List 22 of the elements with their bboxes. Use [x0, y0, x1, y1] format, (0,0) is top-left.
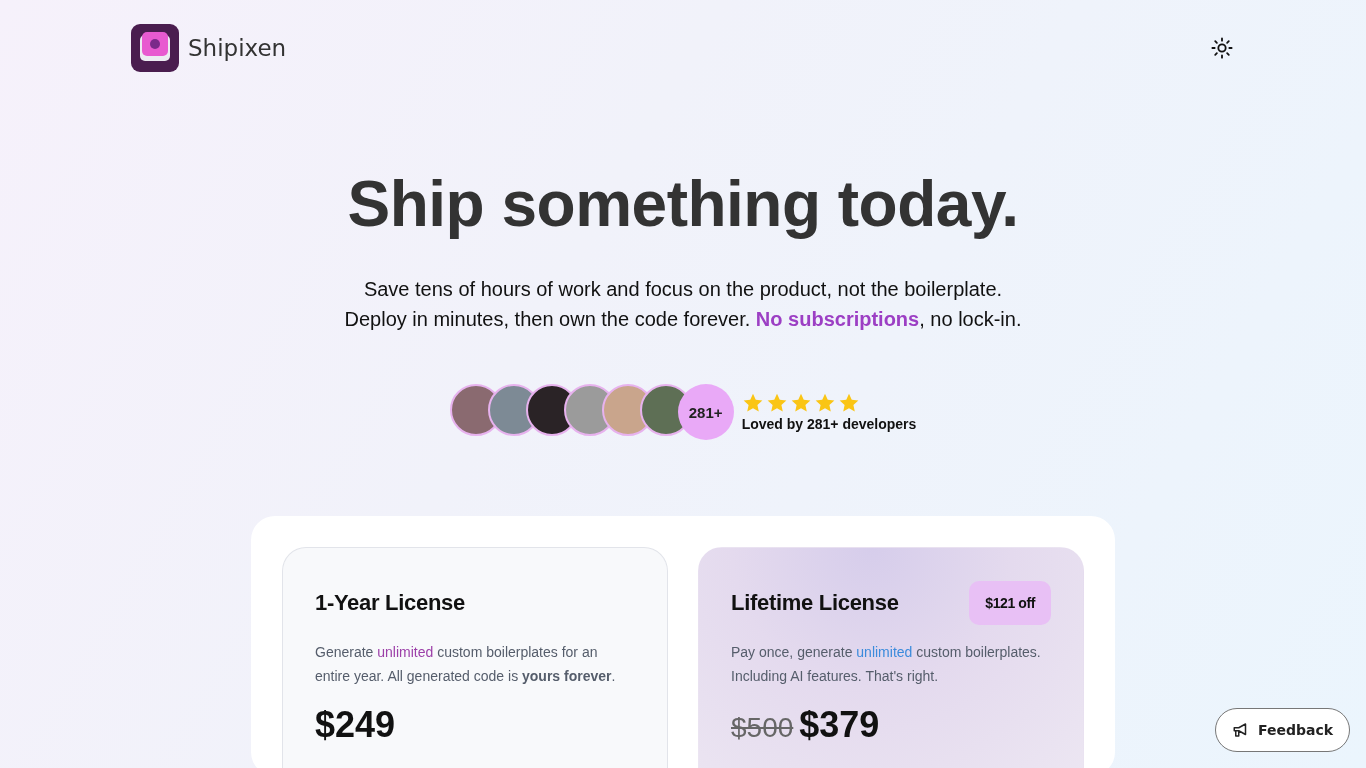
plan-description: Generate unlimited custom boilerplates for an entire year. All generated code is yours forever.: [315, 643, 617, 686]
plan-description: Pay once, generate unlimited custom boilerplates. Including AI features. That's right.: [731, 643, 1042, 686]
plan-title: Lifetime License: [731, 590, 899, 616]
hero-title: Ship something today.: [347, 168, 1019, 240]
feedback-button[interactable]: Feedback: [1214, 708, 1350, 752]
star-icon: [789, 392, 812, 414]
brand-name: Shipixen: [188, 35, 287, 61]
logo-icon: [131, 24, 179, 72]
star-icon: [813, 392, 836, 414]
plan-title: 1-Year License: [315, 590, 465, 616]
star-icon: [837, 392, 860, 414]
discount-badge: $121 off: [969, 581, 1051, 625]
hero-subtitle: Save tens of hours of work and focus on the product, not the boilerplate.: [363, 277, 1003, 302]
star-icon: [765, 392, 788, 414]
plan-price: $249: [315, 704, 396, 746]
original-price: $500: [731, 712, 794, 744]
rating-caption: Loved by 281+ developers: [741, 416, 917, 432]
hero-subtitle: Deploy in minutes, then own the code forever. No subscriptions, no lock-in.: [344, 307, 1022, 332]
plan-price: $379: [799, 704, 880, 746]
theme-toggle-button[interactable]: [1211, 37, 1233, 59]
user-count-badge: 281+: [677, 384, 734, 440]
star-icon: [741, 392, 764, 414]
